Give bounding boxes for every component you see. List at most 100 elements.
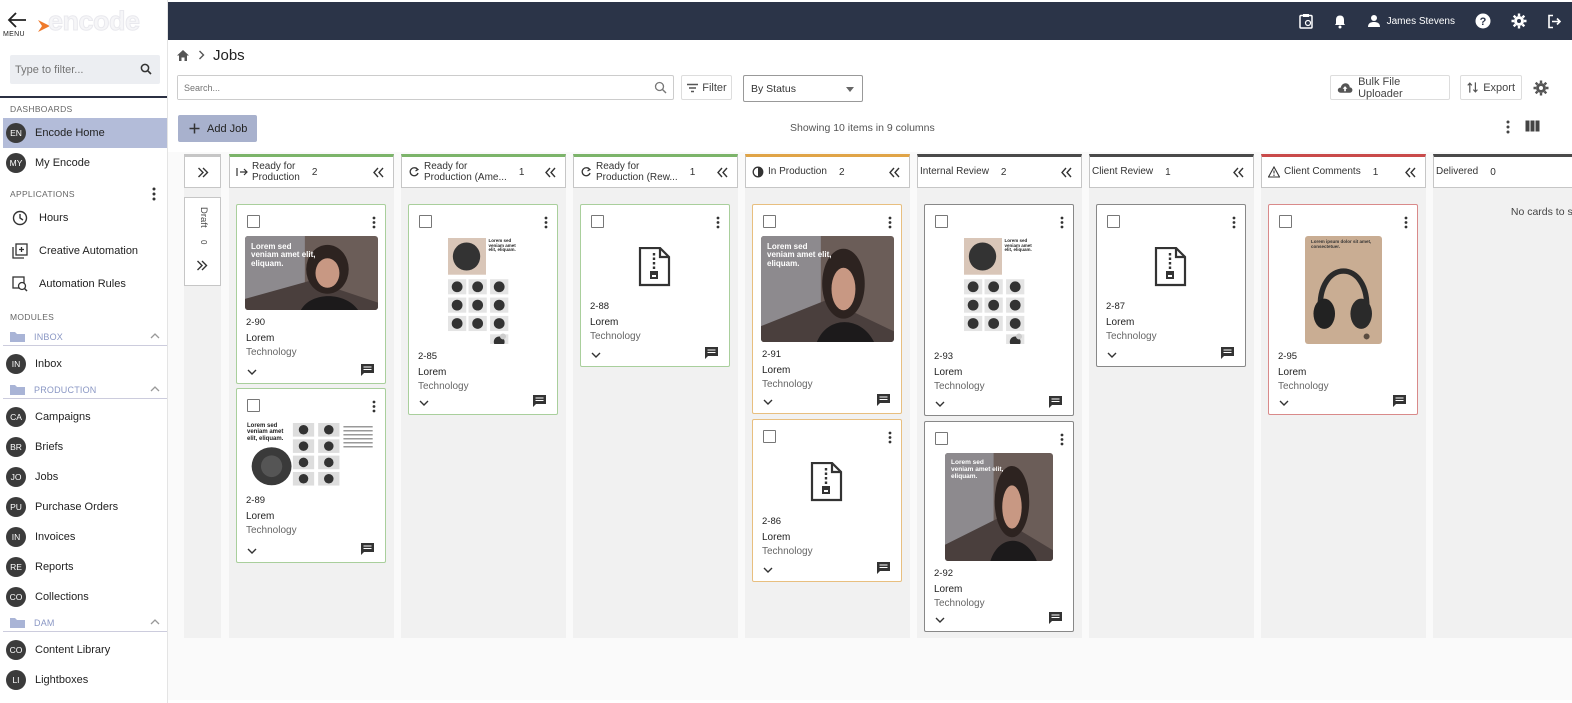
comment-icon[interactable] bbox=[876, 561, 891, 575]
more-vertical-icon[interactable] bbox=[372, 216, 376, 229]
search-box[interactable] bbox=[177, 75, 674, 100]
chevron-down-icon[interactable] bbox=[763, 567, 773, 574]
job-card[interactable]: 2-88 Lorem Technology bbox=[580, 204, 730, 367]
comment-icon[interactable] bbox=[704, 346, 719, 360]
more-vertical-icon[interactable] bbox=[1060, 216, 1064, 229]
board-settings-icon[interactable] bbox=[1533, 80, 1549, 96]
sidebar-item-hours[interactable]: Hours bbox=[3, 203, 167, 233]
chevron-down-icon[interactable] bbox=[247, 369, 257, 376]
comment-icon[interactable] bbox=[1048, 611, 1063, 625]
more-vertical-icon[interactable] bbox=[372, 400, 376, 413]
columns-view-icon[interactable] bbox=[1525, 120, 1540, 132]
filter-button[interactable]: Filter bbox=[681, 75, 732, 100]
column-header[interactable]: Client Review 1 bbox=[1089, 154, 1254, 188]
help-icon[interactable]: ? bbox=[1475, 13, 1491, 29]
card-checkbox[interactable] bbox=[591, 215, 604, 228]
card-thumbnail[interactable]: Lorem sed veniam amet elit, eliquam. bbox=[761, 236, 894, 342]
more-vertical-icon[interactable] bbox=[1404, 216, 1408, 229]
sidebar-item-purchase-orders[interactable]: PU Purchase Orders bbox=[3, 492, 167, 522]
chevron-down-icon[interactable] bbox=[935, 401, 945, 408]
column-header[interactable]: Ready for Production (Ame... 1 bbox=[401, 154, 566, 188]
chevron-down-icon[interactable] bbox=[247, 548, 257, 555]
comment-icon[interactable] bbox=[360, 363, 375, 377]
card-thumbnail[interactable]: Lorem sed veniam amet elit, eliquam. bbox=[446, 236, 522, 344]
comment-icon[interactable] bbox=[1048, 395, 1063, 409]
card-thumbnail[interactable]: Lorem sed veniam amet elit, eliquam. bbox=[962, 236, 1038, 344]
expand-all-button[interactable] bbox=[184, 154, 221, 188]
card-checkbox[interactable] bbox=[935, 432, 948, 445]
sidebar-item-jobs[interactable]: JO Jobs bbox=[3, 462, 167, 492]
sidebar-item-collections[interactable]: CO Collections bbox=[3, 582, 167, 612]
settings-icon[interactable] bbox=[1511, 13, 1527, 29]
sidebar-item-briefs[interactable]: BR Briefs bbox=[3, 432, 167, 462]
bulk-file-uploader-button[interactable]: Bulk File Uploader bbox=[1330, 75, 1450, 100]
group-by-select[interactable]: By Status bbox=[743, 75, 863, 102]
job-card[interactable]: Lorem ipsum dolor sit amet, consectetuer… bbox=[1268, 204, 1418, 415]
job-card[interactable]: 2-86 Lorem Technology bbox=[752, 419, 902, 582]
card-thumbnail[interactable]: Lorem sed veniam amet elit, eliquam. bbox=[245, 236, 378, 310]
more-vertical-icon[interactable] bbox=[888, 431, 892, 444]
card-checkbox[interactable] bbox=[1279, 215, 1292, 228]
more-vertical-icon[interactable] bbox=[888, 216, 892, 229]
job-card[interactable]: Lorem sed veniam amet elit, eliquam. 2-92… bbox=[924, 421, 1074, 632]
comment-icon[interactable] bbox=[360, 542, 375, 556]
user-name[interactable]: James Stevens bbox=[1387, 16, 1455, 27]
chevron-down-icon[interactable] bbox=[1107, 352, 1117, 359]
card-checkbox[interactable] bbox=[1107, 215, 1120, 228]
collapse-column-icon[interactable] bbox=[373, 167, 385, 178]
sidebar-item-campaigns[interactable]: CA Campaigns bbox=[3, 402, 167, 432]
logout-icon[interactable] bbox=[1547, 14, 1562, 29]
add-job-button[interactable]: Add Job bbox=[178, 115, 257, 142]
comment-icon[interactable] bbox=[1392, 394, 1407, 408]
card-thumbnail[interactable]: Lorem sed veniam amet elit, eliquam. bbox=[945, 453, 1053, 561]
chevron-down-icon[interactable] bbox=[591, 352, 601, 359]
collapse-column-icon[interactable] bbox=[545, 167, 557, 178]
sidebar-item-reports[interactable]: RE Reports bbox=[3, 552, 167, 582]
card-checkbox[interactable] bbox=[247, 399, 260, 412]
card-thumbnail[interactable]: Lorem sed veniam amet elit, eliquam. bbox=[245, 420, 378, 488]
more-vertical-icon[interactable] bbox=[544, 216, 548, 229]
job-card[interactable]: 2-87 Lorem Technology bbox=[1096, 204, 1246, 367]
comment-icon[interactable] bbox=[532, 394, 547, 408]
clipboard-icon[interactable] bbox=[1298, 13, 1313, 29]
sidebar-item-inbox[interactable]: IN Inbox bbox=[3, 349, 167, 379]
collapse-column-icon[interactable] bbox=[889, 167, 901, 178]
column-header[interactable]: Client Comments 1 bbox=[1261, 154, 1426, 188]
card-checkbox[interactable] bbox=[763, 430, 776, 443]
sidebar-item-lightboxes[interactable]: LI Lightboxes bbox=[3, 665, 167, 695]
search-input[interactable] bbox=[178, 76, 648, 99]
more-vertical-icon[interactable] bbox=[1060, 433, 1064, 446]
job-card[interactable]: Lorem sed veniam amet elit, eliquam. 2-93… bbox=[924, 204, 1074, 416]
column-header[interactable]: Delivered 0 bbox=[1433, 154, 1572, 188]
comment-icon[interactable] bbox=[876, 393, 891, 407]
sidebar-item-automation-rules[interactable]: Automation Rules bbox=[3, 269, 167, 299]
more-vertical-icon[interactable] bbox=[716, 216, 720, 229]
user-icon[interactable] bbox=[1367, 14, 1381, 28]
chevron-down-icon[interactable] bbox=[1279, 400, 1289, 407]
card-checkbox[interactable] bbox=[935, 215, 948, 228]
card-checkbox[interactable] bbox=[419, 215, 432, 228]
job-card[interactable]: Lorem sed veniam amet elit, eliquam. 2-91… bbox=[752, 204, 902, 414]
collapse-column-icon[interactable] bbox=[1233, 167, 1245, 178]
group-dam[interactable]: DAM bbox=[3, 614, 167, 632]
export-button[interactable]: Export bbox=[1460, 75, 1522, 100]
collapse-column-icon[interactable] bbox=[1405, 167, 1417, 178]
card-checkbox[interactable] bbox=[247, 215, 260, 228]
job-card[interactable]: Lorem sed veniam amet elit, eliquam. 2-89… bbox=[236, 388, 386, 563]
column-header[interactable]: Ready for Production 2 bbox=[229, 154, 394, 188]
card-checkbox[interactable] bbox=[763, 215, 776, 228]
sidebar-item-content-library[interactable]: CO Content Library bbox=[3, 635, 167, 665]
more-vertical-icon[interactable] bbox=[152, 187, 156, 201]
group-inbox[interactable]: INBOX bbox=[3, 328, 167, 346]
chevron-down-icon[interactable] bbox=[763, 399, 773, 406]
job-card[interactable]: Lorem sed veniam amet elit, eliquam. 2-85… bbox=[408, 204, 558, 415]
more-vertical-icon[interactable] bbox=[1232, 216, 1236, 229]
sidebar-item-encode-home[interactable]: EN Encode Home bbox=[3, 118, 167, 148]
sidebar-item-invoices[interactable]: IN Invoices bbox=[3, 522, 167, 552]
group-production[interactable]: PRODUCTION bbox=[3, 381, 167, 399]
column-header[interactable]: Internal Review 2 bbox=[917, 154, 1082, 188]
chevron-down-icon[interactable] bbox=[935, 617, 945, 624]
collapse-column-icon[interactable] bbox=[1061, 167, 1073, 178]
sidebar-filter-input[interactable] bbox=[10, 55, 128, 84]
column-header[interactable]: In Production 2 bbox=[745, 154, 910, 188]
